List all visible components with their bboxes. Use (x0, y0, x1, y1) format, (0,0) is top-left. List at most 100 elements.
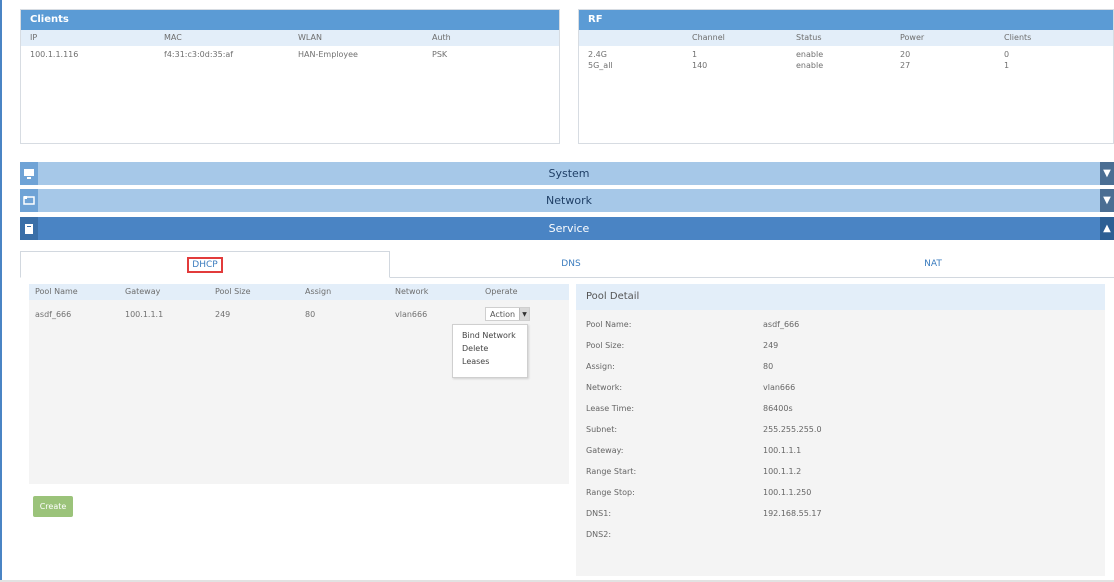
network-section-header[interactable]: Network ▼ (20, 189, 1114, 212)
caret-down-icon: ▼ (519, 308, 530, 320)
col-network: Network (395, 287, 429, 296)
detail-label: Assign: (586, 362, 615, 371)
rf-channel: 140 (692, 61, 708, 70)
chevron-down-icon[interactable]: ▼ (1100, 189, 1114, 212)
rf-power: 27 (900, 61, 911, 70)
system-section-header[interactable]: System ▼ (20, 162, 1114, 185)
client-ip: 100.1.1.116 (30, 50, 79, 59)
detail-row: DNS2: (586, 530, 1086, 543)
service-tabs: DHCP DNS NAT (20, 251, 1114, 278)
menu-item-delete[interactable]: Delete (453, 342, 527, 355)
detail-label: Network: (586, 383, 623, 392)
detail-label: Gateway: (586, 446, 624, 455)
rf-clients: 1 (1004, 61, 1010, 70)
col-channel: Channel (692, 33, 725, 42)
detail-label: Lease Time: (586, 404, 635, 413)
detail-label: Range Start: (586, 467, 637, 476)
col-mac: MAC (164, 33, 182, 42)
col-pool-name: Pool Name (35, 287, 78, 296)
client-auth: PSK (432, 50, 448, 59)
col-clients: Clients (1004, 33, 1032, 42)
detail-value: 100.1.1.1 (763, 446, 802, 455)
detail-label: DNS1: (586, 509, 612, 518)
tab-nat[interactable]: NAT (752, 251, 1114, 277)
chevron-down-icon[interactable]: ▼ (1100, 162, 1114, 185)
pool-operate: Action ▼ (479, 307, 569, 321)
action-dropdown-button[interactable]: Action ▼ (485, 307, 531, 321)
pool-table-header: Pool Name Gateway Pool Size Assign Netwo… (29, 284, 569, 300)
col-ip: IP (30, 33, 38, 42)
col-band (579, 30, 683, 46)
pool-detail-title: Pool Detail (576, 284, 1105, 310)
detail-value: 255.255.255.0 (763, 425, 822, 434)
system-section-title: System (548, 167, 590, 180)
detail-value: 100.1.1.250 (763, 488, 812, 497)
col-auth: Auth (432, 33, 451, 42)
pool-detail-panel: Pool Detail Pool Name: asdf_666 Pool Size… (576, 284, 1105, 576)
col-gateway: Gateway (125, 287, 161, 296)
detail-row: Range Stop: 100.1.1.250 (586, 488, 1086, 501)
detail-label: DNS2: (586, 530, 612, 539)
detail-row: DNS1: 192.168.55.17 (586, 509, 1086, 522)
tab-dhcp-label: DHCP (187, 257, 223, 273)
detail-row: Pool Size: 249 (586, 341, 1086, 354)
col-wlan: WLAN (298, 33, 323, 42)
clients-table-header: IP MAC WLAN Auth (21, 30, 559, 46)
col-pool-size: Pool Size (215, 287, 251, 296)
table-row[interactable]: 2.4G 1 enable 20 0 (579, 46, 1113, 60)
rf-status: enable (796, 50, 824, 59)
detail-row: Subnet: 255.255.255.0 (586, 425, 1086, 438)
rf-band: 5G_all (588, 61, 613, 70)
clients-panel: Clients IP MAC WLAN Auth 100.1.1.116 f4:… (20, 9, 560, 144)
monitor-icon (20, 162, 38, 185)
pool-network: vlan666 (395, 309, 428, 319)
detail-label: Range Stop: (586, 488, 635, 497)
table-row[interactable]: 5G_all 140 enable 27 1 (579, 60, 1113, 71)
pool-table: Pool Name Gateway Pool Size Assign Netwo… (29, 284, 569, 484)
table-row[interactable]: asdf_666 100.1.1.1 249 80 vlan666 Action… (29, 300, 569, 321)
detail-row: Lease Time: 86400s (586, 404, 1086, 417)
detail-row: Range Start: 100.1.1.2 (586, 467, 1086, 480)
detail-value: asdf_666 (763, 320, 800, 329)
pool-gateway: 100.1.1.1 (125, 309, 164, 319)
network-icon (20, 189, 38, 212)
pool-size: 249 (215, 309, 231, 319)
pool-name: asdf_666 (35, 309, 72, 319)
service-icon (20, 217, 38, 240)
detail-value: 249 (763, 341, 779, 350)
detail-value: 192.168.55.17 (763, 509, 822, 518)
rf-title: RF (579, 10, 1113, 30)
rf-status: enable (796, 61, 824, 70)
table-row[interactable]: 100.1.1.116 f4:31:c3:0d:35:af HAN-Employ… (21, 46, 559, 60)
detail-value: 80 (763, 362, 774, 371)
detail-value: vlan666 (763, 383, 796, 392)
window-left-border (0, 0, 2, 582)
client-mac: f4:31:c3:0d:35:af (164, 50, 234, 59)
rf-channel: 1 (692, 50, 698, 59)
col-operate: Operate (485, 287, 518, 296)
detail-label: Pool Size: (586, 341, 625, 350)
detail-row: Network: vlan666 (586, 383, 1086, 396)
network-section-title: Network (546, 194, 592, 207)
menu-item-leases[interactable]: Leases (453, 355, 527, 368)
clients-title: Clients (21, 10, 559, 30)
rf-table-header: Channel Status Power Clients (579, 30, 1113, 46)
col-status: Status (796, 33, 822, 42)
action-menu: Bind Network Delete Leases (452, 324, 528, 378)
tab-dhcp[interactable]: DHCP (20, 251, 390, 278)
action-label: Action (490, 309, 516, 319)
detail-value: 100.1.1.2 (763, 467, 802, 476)
tab-dns[interactable]: DNS (390, 251, 752, 277)
col-power: Power (900, 33, 925, 42)
rf-band: 2.4G (588, 50, 607, 59)
pool-assign: 80 (305, 309, 316, 319)
col-assign: Assign (305, 287, 332, 296)
service-section-title: Service (548, 222, 590, 235)
chevron-up-icon[interactable]: ▲ (1100, 217, 1114, 240)
service-section-header[interactable]: Service ▲ (20, 217, 1114, 240)
create-button[interactable]: Create (33, 496, 73, 517)
rf-panel: RF Channel Status Power Clients 2.4G 1 e… (578, 9, 1114, 144)
menu-item-bind-network[interactable]: Bind Network (453, 329, 527, 342)
detail-label: Subnet: (586, 425, 618, 434)
rf-clients: 0 (1004, 50, 1010, 59)
